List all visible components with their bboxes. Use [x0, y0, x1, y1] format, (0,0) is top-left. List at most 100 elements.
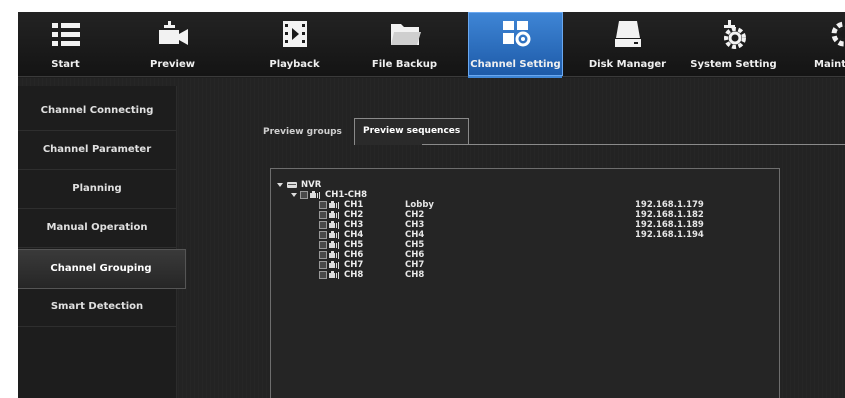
channel-id: CH3: [344, 220, 364, 230]
sidebar-item-channel-connecting[interactable]: Channel Connecting: [18, 92, 176, 131]
channel-ip: 192.168.1.189: [635, 220, 704, 230]
camera-icon: [329, 201, 339, 209]
nvr-app: Start Preview Playback File Backup Chann…: [18, 12, 845, 398]
channel-name: Lobby: [405, 200, 434, 210]
camera-icon: [329, 221, 339, 229]
folder-icon: [390, 24, 421, 45]
channel-row[interactable]: CH1 Lobby 192.168.1.179: [319, 200, 769, 210]
toolbar-file-backup[interactable]: File Backup: [357, 12, 452, 76]
camera-icon: [158, 21, 188, 45]
toolbar-disk-manager[interactable]: Disk Manager: [580, 12, 675, 76]
toolbar-maintenance[interactable]: Mainte: [788, 12, 845, 76]
sidebar-item-manual-operation[interactable]: Manual Operation: [18, 209, 176, 248]
expand-arrow-icon[interactable]: [277, 183, 283, 187]
tree-root-label: NVR: [301, 180, 322, 190]
camera-icon: [329, 261, 339, 269]
toolbar-channel-setting-label: Channel Setting: [470, 59, 561, 70]
channel-checkbox[interactable]: [319, 251, 327, 259]
channel-ip: 192.168.1.194: [635, 230, 704, 240]
sidebar-item-label: Channel Parameter: [42, 144, 152, 155]
camera-icon: [329, 271, 339, 279]
channel-checkbox[interactable]: [319, 211, 327, 219]
channel-name: CH4: [405, 230, 425, 240]
channel-name: CH7: [405, 260, 425, 270]
channel-name: CH6: [405, 250, 425, 260]
sidebar-item-smart-detection[interactable]: Smart Detection: [18, 288, 176, 327]
tab-label: Preview sequences: [363, 126, 461, 136]
channel-name: CH3: [405, 220, 425, 230]
list-icon: [51, 23, 80, 46]
channel-name: CH5: [405, 240, 425, 250]
camera-icon: [329, 251, 339, 259]
sidebar-item-label: Channel Connecting: [40, 105, 154, 116]
channel-checkbox[interactable]: [319, 271, 327, 279]
nvr-device-icon: [287, 182, 297, 188]
channel-row[interactable]: CH7 CH7: [319, 260, 769, 270]
main-stage: Channel Connecting Channel Parameter Pla…: [18, 78, 845, 398]
camera-icon: [329, 231, 339, 239]
toolbar-maintenance-label: Mainte: [814, 59, 845, 70]
sidebar: Channel Connecting Channel Parameter Pla…: [18, 86, 186, 398]
main-toolbar: Start Preview Playback File Backup Chann…: [18, 12, 845, 79]
toolbar-start[interactable]: Start: [18, 12, 113, 76]
toolbar-playback-label: Playback: [269, 59, 320, 70]
channel-tree-panel: NVR CH1-CH8 CH1 Lobby 192.168.1.179 CH2 CH2 1…: [270, 168, 780, 398]
channel-name: CH8: [405, 270, 425, 280]
channel-id: CH2: [344, 210, 364, 220]
channel-ip: 192.168.1.182: [635, 210, 704, 220]
channel-row[interactable]: CH4 CH4 192.168.1.194: [319, 230, 769, 240]
toolbar-file-backup-label: File Backup: [371, 59, 438, 70]
toolbar-system-setting[interactable]: System Setting: [686, 12, 781, 76]
toolbar-preview[interactable]: Preview: [125, 12, 220, 76]
sidebar-item-channel-parameter[interactable]: Channel Parameter: [18, 131, 176, 170]
tab-divider: [422, 144, 845, 145]
channel-id: CH1: [344, 200, 364, 210]
sidebar-item-label: Planning: [72, 183, 122, 194]
toolbar-channel-setting[interactable]: Channel Setting: [468, 12, 563, 76]
tab-preview-sequences[interactable]: Preview sequences: [354, 118, 470, 145]
channel-checkbox[interactable]: [319, 231, 327, 239]
sidebar-item-label: Manual Operation: [46, 222, 148, 233]
content-area: Preview groups Preview sequences NVR CH1…: [177, 78, 845, 398]
sidebar-item-label: Smart Detection: [50, 301, 144, 312]
channel-id: CH6: [344, 250, 364, 260]
channel-checkbox[interactable]: [319, 201, 327, 209]
group-checkbox[interactable]: [300, 191, 308, 199]
channel-row[interactable]: CH6 CH6: [319, 250, 769, 260]
tab-label: Preview groups: [263, 127, 342, 137]
channel-id: CH4: [344, 230, 364, 240]
hard-disk-icon: [614, 21, 641, 47]
channel-setting-icon: [502, 21, 530, 47]
channel-checkbox[interactable]: [319, 241, 327, 249]
toolbar-start-label: Start: [51, 59, 80, 70]
camera-icon: [329, 211, 339, 219]
channel-row[interactable]: CH2 CH2 192.168.1.182: [319, 210, 769, 220]
camera-group-icon: [310, 191, 320, 199]
sidebar-item-planning[interactable]: Planning: [18, 170, 176, 209]
sidebar-item-channel-grouping[interactable]: Channel Grouping: [18, 249, 186, 289]
camera-icon: [329, 241, 339, 249]
toolbar-disk-manager-label: Disk Manager: [588, 59, 667, 70]
channel-name: CH2: [405, 210, 425, 220]
toolbar-system-setting-label: System Setting: [690, 59, 777, 70]
channel-checkbox[interactable]: [319, 221, 327, 229]
toolbar-preview-label: Preview: [149, 59, 195, 70]
channel-id: CH8: [344, 270, 364, 280]
channel-row[interactable]: CH3 CH3 192.168.1.189: [319, 220, 769, 230]
channel-checkbox[interactable]: [319, 261, 327, 269]
channel-row[interactable]: CH5 CH5: [319, 240, 769, 250]
tree-group-label: CH1-CH8: [325, 190, 368, 200]
channel-ip: 192.168.1.179: [635, 200, 704, 210]
tree-root-nvr[interactable]: NVR: [277, 180, 477, 190]
tab-preview-groups[interactable]: Preview groups: [255, 120, 350, 144]
toolbar-playback[interactable]: Playback: [247, 12, 342, 76]
film-icon: [282, 21, 307, 47]
channel-row[interactable]: CH8 CH8: [319, 270, 769, 280]
expand-arrow-icon[interactable]: [291, 193, 297, 197]
maintenance-gear-icon: [831, 21, 845, 47]
sidebar-item-label: Channel Grouping: [50, 263, 152, 274]
channel-id: CH5: [344, 240, 364, 250]
channel-id: CH7: [344, 260, 364, 270]
tree-group-row[interactable]: CH1-CH8: [291, 190, 491, 200]
system-gear-icon: [723, 20, 746, 49]
